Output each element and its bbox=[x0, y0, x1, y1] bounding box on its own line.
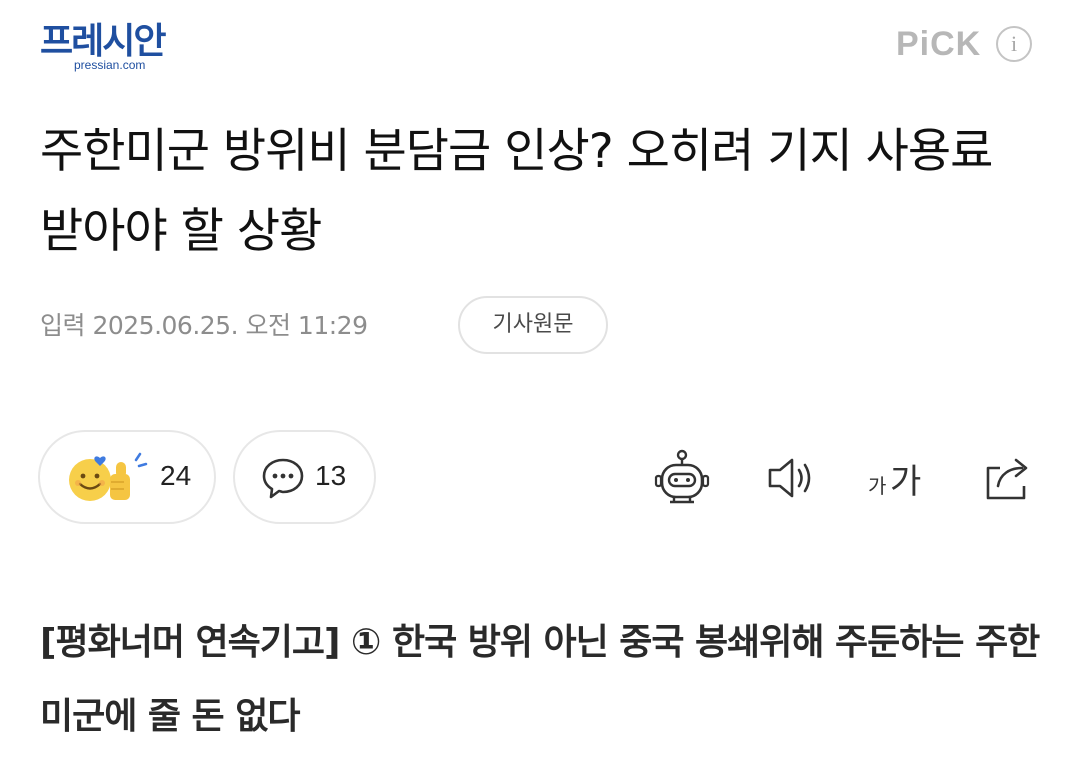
publish-date: 입력 2025.06.25. 오전 11:29 bbox=[40, 311, 368, 340]
reaction-count: 24 bbox=[160, 460, 192, 491]
original-article-button[interactable]: 기사원문 bbox=[458, 296, 608, 354]
header: 프레시안 pressian.com PiCK i bbox=[0, 0, 1079, 90]
pressian-logo[interactable]: 프레시안 pressian.com bbox=[40, 20, 200, 72]
font-big-glyph: 가 bbox=[890, 462, 922, 502]
share-icon[interactable] bbox=[978, 448, 1038, 508]
article-meta: 입력 2025.06.25. 오전 11:29 기사원문 bbox=[40, 296, 1040, 356]
speech-bubble-icon bbox=[262, 458, 304, 499]
logo-domain: pressian.com bbox=[74, 58, 146, 72]
reaction-button[interactable]: 24 bbox=[38, 430, 216, 524]
article-subtitle: [평화너머 연속기고] ① 한국 방위 아닌 중국 봉쇄위해 주둔하는 주한미군… bbox=[40, 622, 1040, 737]
info-icon[interactable]: i bbox=[996, 26, 1032, 62]
article-title: 주한미군 방위비 분담금 인상? 오히려 기지 사용료 받아야 할 상황 bbox=[40, 124, 993, 259]
robot-icon[interactable] bbox=[652, 448, 712, 508]
comment-count: 13 bbox=[315, 460, 347, 491]
speaker-icon[interactable] bbox=[762, 448, 822, 508]
font-size-icon[interactable]: 가 가 bbox=[860, 448, 940, 508]
comment-button[interactable]: 13 bbox=[233, 430, 376, 524]
font-small-glyph: 가 bbox=[868, 474, 887, 498]
action-bar: 24 13 가 가 bbox=[0, 430, 1079, 526]
pick-label: PiCK bbox=[896, 25, 982, 63]
smile-like-emoji-icon bbox=[69, 452, 148, 501]
